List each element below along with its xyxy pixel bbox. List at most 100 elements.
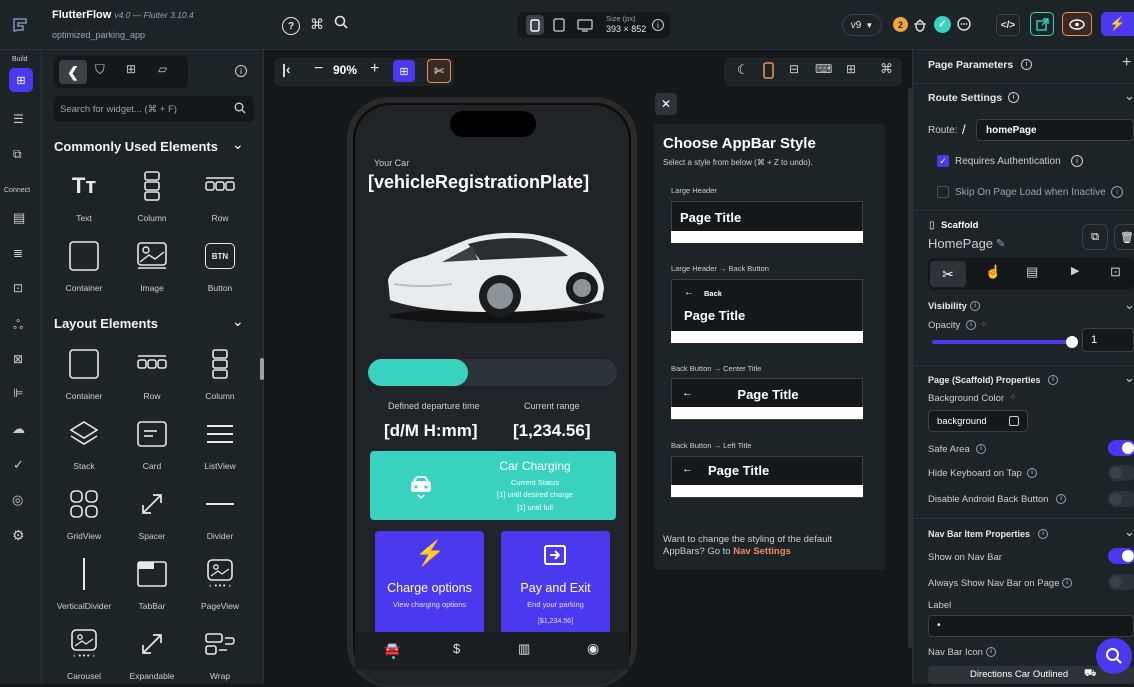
size-info-icon[interactable]: i [652,19,664,31]
info-icon[interactable]: i [1021,59,1032,70]
background-color-picker[interactable]: background [928,410,1028,432]
help-icon[interactable]: ? [282,17,300,35]
widget-tile-row[interactable]: Row [188,162,252,226]
zoom-out-icon[interactable]: − [314,60,323,78]
widget-tile-wrap[interactable]: Wrap [188,620,252,684]
widget-tile-verticaldivider[interactable]: VerticalDivider [52,550,116,614]
widget-tile-column[interactable]: Column [188,340,252,404]
search-icon[interactable] [334,15,348,29]
delete-trash-icon[interactable]: 🗑 [1114,224,1134,250]
edit-pencil-icon[interactable]: ✎ [996,237,1005,250]
widget-palette-icon[interactable]: ⊞ [9,68,33,92]
custom-code-icon[interactable]: ⊫ [13,386,23,400]
version-dropdown[interactable]: v9 ▼ [842,14,882,36]
widget-tile-divider[interactable]: Divider [188,480,252,544]
api-calls-icon[interactable]: ≣ [13,246,23,260]
zoom-level[interactable]: 90% [333,63,357,77]
size-value[interactable]: 393 × 852 [606,24,646,34]
search-fab-icon[interactable] [1096,638,1132,674]
firestore-icon[interactable]: ▤ [13,210,25,226]
zoom-in-icon[interactable]: + [370,60,379,78]
nav-car-icon[interactable]: 🚘 [384,641,400,657]
requires-auth-checkbox[interactable]: ✓ [937,155,949,167]
chevron-down-icon[interactable]: ⌄ [232,136,244,153]
dark-mode-moon-icon[interactable]: ☾ [737,62,749,78]
widget-tile-gridview[interactable]: GridView [52,480,116,544]
info-icon[interactable]: i [1071,155,1083,167]
test-icon[interactable]: ✓ [13,457,24,473]
themes-icon[interactable]: ◎ [12,492,23,508]
tab-animation-icon[interactable]: ▶ [1071,264,1079,277]
storyboard-icon[interactable]: ⧉ [13,147,22,162]
nav-profile-icon[interactable]: ◉ [587,640,599,657]
widget-tile-pageview[interactable]: ‹ ••• › PageView [188,550,252,614]
route-input[interactable]: homePage [976,119,1134,141]
cloud-functions-icon[interactable]: ☁ [12,421,25,437]
widget-tile-tabbar[interactable]: TabBar [120,550,184,614]
widget-tile-listview[interactable]: ListView [188,410,252,474]
info-icon[interactable]: i [976,444,986,454]
chevron-down-icon[interactable]: ⌄ [1124,370,1134,386]
safe-area-toggle[interactable] [1108,440,1134,456]
variable-binding-icon[interactable]: ⁘ [1009,392,1017,403]
warning-badge[interactable]: 2 [893,17,908,32]
widget-tile-carousel[interactable]: ‹ ••• › Carousel [52,620,116,684]
info-icon[interactable]: i [1027,468,1037,478]
always-show-nav-toggle[interactable] [1108,574,1134,590]
tab-ai-icon[interactable]: ⊡ [1110,264,1121,280]
command-icon[interactable]: ⌘ [310,16,324,33]
info-icon[interactable]: i [966,320,976,330]
skip-on-load-checkbox[interactable] [937,186,949,198]
tab-backend-query-icon[interactable]: ▤ [1026,264,1038,280]
info-icon[interactable]: i [235,65,247,77]
opacity-input[interactable]: 1 [1082,328,1134,352]
chevron-down-icon[interactable]: ⌄ [1124,88,1134,104]
chat-icon[interactable] [956,16,973,33]
keyboard-icon[interactable]: ⌨ [815,62,832,76]
widget-tile-column[interactable]: Column [120,162,184,226]
no-code-icon[interactable]: ✄ [427,59,451,83]
nav-label-input[interactable]: • [928,615,1134,637]
widget-tile-card[interactable]: Card [120,410,184,474]
tab-components-icon[interactable]: ⛉ [95,62,105,78]
bug-icon[interactable] [912,16,928,33]
info-icon[interactable]: i [1111,186,1123,198]
hide-keyboard-toggle[interactable] [1108,465,1134,481]
media-assets-icon[interactable]: ⊠ [13,352,23,366]
code-icon[interactable]: </> [996,14,1020,36]
widget-tile-text[interactable]: Tт Text [52,162,116,226]
settings-gear-icon[interactable]: ⚙ [12,527,25,544]
add-widget-icon[interactable]: ⊞ [393,60,415,82]
info-icon[interactable]: i [1048,375,1058,385]
widget-tree-icon[interactable]: ☰ [13,112,24,126]
info-icon[interactable]: i [1056,494,1066,504]
widget-tile-spacer[interactable]: Spacer [120,480,184,544]
check-status-icon[interactable]: ✓ [934,16,951,33]
run-lightning-icon[interactable]: ⚡ [1101,12,1134,36]
nav-settings-link[interactable]: Nav Settings [733,546,791,557]
charge-options-button[interactable]: ⚡ Charge options View charging options [375,531,484,635]
widget-tile-container[interactable]: Container [52,232,116,296]
widget-tile-image[interactable]: Image [120,232,184,296]
variable-binding-icon[interactable]: ⁘ [980,319,988,330]
tablet-device-icon[interactable] [553,18,565,32]
tab-widgets-back-icon[interactable]: ❮ [59,60,87,84]
chevron-down-icon[interactable]: ⌄ [1124,297,1134,313]
tree-structure-icon[interactable]: ⌘ [880,61,893,77]
info-icon[interactable]: i [1038,529,1048,539]
disable-back-toggle[interactable] [1108,491,1134,507]
phone-frame-icon[interactable] [763,62,774,79]
desktop-device-icon[interactable] [577,19,593,32]
widget-tile-expandable[interactable]: Expandable [120,620,184,684]
chevron-down-icon[interactable]: ⌄ [1124,524,1134,540]
tab-properties-icon[interactable]: ✂ [930,261,966,287]
nav-dollar-icon[interactable]: $ [453,641,460,656]
collapse-panel-icon[interactable]: |‹ [282,61,291,77]
widget-tile-button[interactable]: BTN Button [188,232,252,296]
chevron-down-icon[interactable]: ⌄ [232,313,244,330]
tab-actions-icon[interactable]: ☝ [985,264,1001,280]
info-icon[interactable]: i [970,301,980,311]
add-parameter-icon[interactable]: + [1122,54,1131,72]
info-icon[interactable]: i [1062,578,1072,588]
tab-library-icon[interactable]: ▱ [158,62,167,76]
